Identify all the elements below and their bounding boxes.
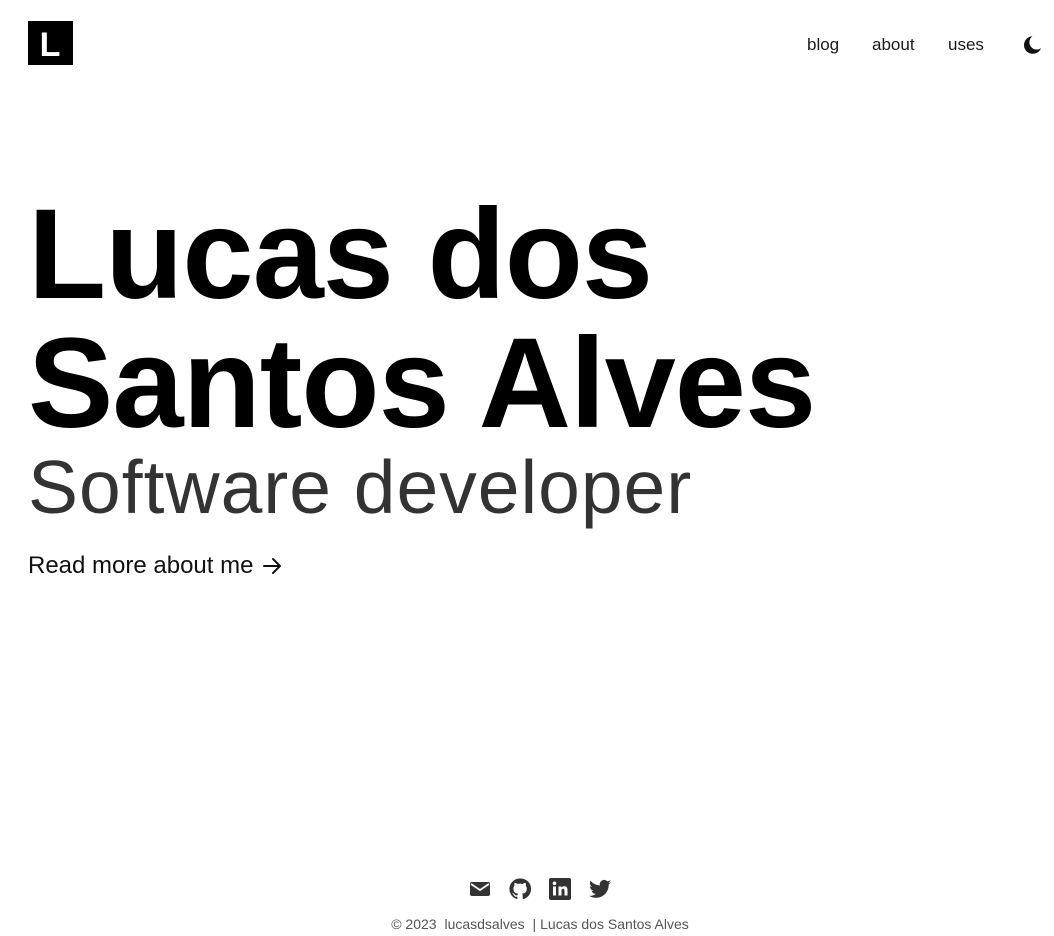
logo-link[interactable]: L: [28, 21, 73, 65]
read-more-link[interactable]: Read more about me: [28, 551, 283, 581]
footer-credits: © 2023 lucasdsalves | Lucas dos Santos Al…: [0, 914, 1054, 934]
github-link[interactable]: [508, 877, 532, 901]
footer-separator: |: [532, 916, 537, 932]
page: L blog about uses nav[data-name="main-na…: [0, 0, 1054, 936]
twitter-link[interactable]: [588, 877, 612, 901]
moon-icon: [1024, 36, 1041, 54]
arrow-right-icon: [263, 558, 282, 574]
footer-handle: lucasdsalves: [444, 916, 525, 932]
hero-name-line1: Lucas dos: [28, 183, 653, 326]
github-icon: [509, 878, 532, 900]
social-links: [468, 877, 612, 901]
twitter-icon: [589, 879, 611, 898]
nav-link-uses[interactable]: uses: [948, 33, 984, 57]
nav-link-blog[interactable]: blog: [807, 33, 839, 57]
read-more-label: Read more about me: [28, 552, 254, 579]
footer-name: Lucas dos Santos Alves: [540, 916, 689, 932]
theme-toggle-button[interactable]: [1020, 33, 1044, 57]
hero-name-line2: Santos Alves: [28, 312, 816, 455]
nav-link-about[interactable]: about: [872, 33, 915, 57]
mail-icon: [470, 882, 490, 896]
linkedin-link[interactable]: [548, 877, 572, 901]
email-link[interactable]: [468, 877, 492, 901]
linkedin-icon: [549, 878, 571, 900]
logo-icon: L: [28, 21, 73, 65]
hero-name: Lucas dos Santos Alves: [28, 183, 816, 455]
hero-subtitle: Software developer: [28, 445, 693, 529]
svg-text:L: L: [40, 26, 61, 64]
copyright-text: © 2023: [391, 916, 437, 932]
